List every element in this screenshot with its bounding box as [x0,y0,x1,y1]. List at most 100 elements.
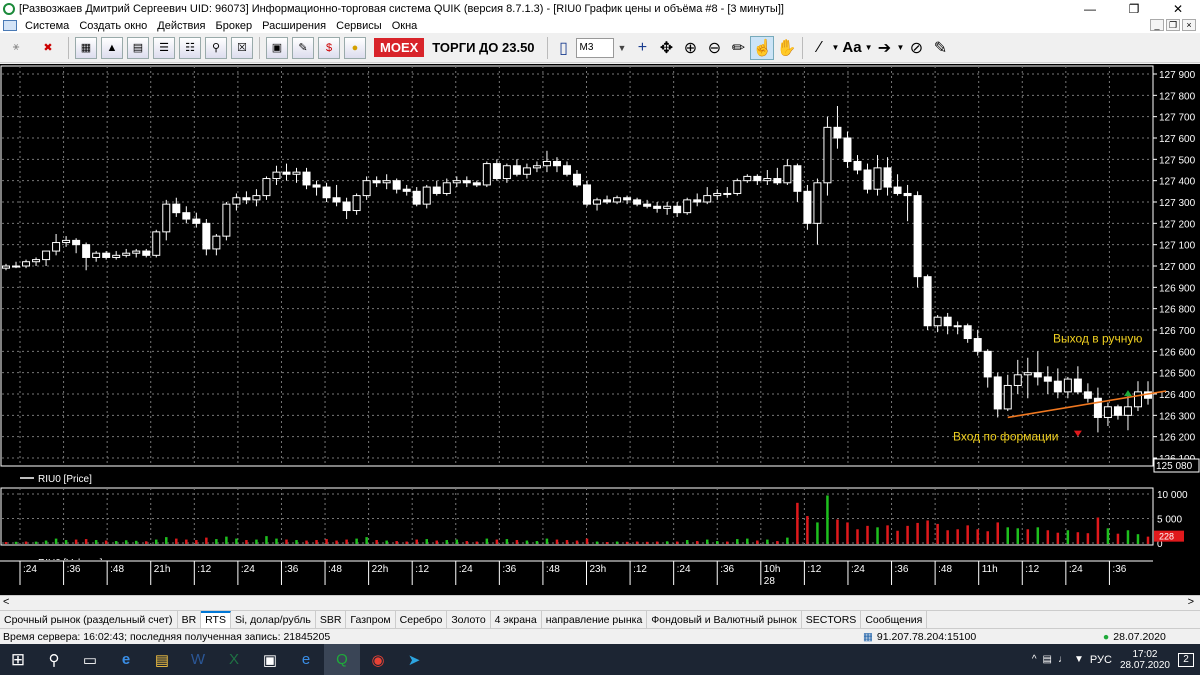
tab-market-direction[interactable]: направление рынка [542,610,648,629]
disconnect-icon[interactable]: ✖ [34,37,62,59]
maximize-button[interactable]: ❐ [1112,0,1156,18]
language-indicator[interactable]: РУС [1090,654,1112,666]
price-axis-label: 127 900 [1159,70,1196,81]
ruler-icon[interactable]: ✏ [726,36,750,60]
text-tool-button[interactable]: Aa [842,39,861,56]
new-table-icon[interactable]: ▦ [75,36,97,59]
chart-area[interactable]: 127 900 127 800 127 700 127 600 127 500 127 4… [0,64,1200,595]
horizontal-scrollbar[interactable]: < > [0,595,1200,610]
chevron-down-icon[interactable]: ▼ [831,43,839,52]
mdi-minimize-button[interactable]: _ [1150,19,1164,31]
money-icon[interactable]: $ [318,36,340,59]
menu-windows[interactable]: Окна [387,20,423,32]
word-icon[interactable]: W [180,644,216,675]
tab-gazprom[interactable]: Газпром [346,610,396,629]
candle-type-icon[interactable]: ▯ [552,36,576,60]
candle-up [873,167,882,190]
candle-up [452,180,461,184]
menu-actions[interactable]: Действия [152,20,210,32]
ie-icon[interactable]: e [288,644,324,675]
candle-down [332,197,341,203]
task-view-icon[interactable]: ▭ [72,644,108,675]
time-axis-label: 23h [590,564,607,575]
time-axis-label: :24 [23,564,37,575]
zoom-out-icon[interactable]: ⊖ [702,36,726,60]
interval-select[interactable]: M3 [575,37,614,58]
status-bar: Время сервера: 16:02:43; последняя получ… [0,628,1200,644]
quotes-icon[interactable]: ▤ [127,36,149,59]
mdi-restore-button[interactable]: ❐ [1166,19,1180,31]
notifications-icon[interactable]: 2 [1178,652,1194,667]
tray-chevron-icon[interactable]: ^ [1032,654,1037,665]
chart-window-icon[interactable]: ▲ [101,36,123,59]
tab-rts[interactable]: RTS [201,610,231,629]
clock[interactable]: 17:02 28.07.2020 [1120,649,1170,671]
report-icon[interactable]: ✎ [292,36,314,59]
tab-messages[interactable]: Сообщения [861,610,928,629]
grab-icon[interactable]: ✋ [774,36,798,60]
quik-taskbar-icon[interactable]: Q [324,644,360,675]
connect-icon[interactable]: ⚹ [2,37,30,59]
move-icon[interactable]: ✥ [654,36,678,60]
hide-icon[interactable]: ⊘ [904,36,928,60]
windows-start-icon[interactable]: ⊞ [0,644,36,675]
orders-icon[interactable]: ☰ [153,36,175,59]
network-tray-icon[interactable]: ▤ [1043,654,1052,665]
file-explorer-icon[interactable]: ▤ [144,644,180,675]
edge-icon[interactable]: e [108,644,144,675]
candle-up [1023,372,1032,376]
chevron-down-icon[interactable]: ▼ [897,43,905,52]
hand-icon[interactable]: ☝ [750,35,775,60]
excel-icon[interactable]: X [216,644,252,675]
minimize-button[interactable]: — [1068,0,1112,18]
tab-sbr[interactable]: SBR [316,610,347,629]
candle-down [963,325,972,340]
portfolio-icon[interactable]: ▣ [266,36,288,59]
zoom-in-icon[interactable]: ⊕ [678,36,702,60]
mdi-close-button[interactable]: × [1182,19,1196,31]
arrow-tool-icon[interactable]: ➔ [873,36,897,60]
tray-expand-icon[interactable]: ▼ [1074,654,1084,665]
scroll-right-icon[interactable]: > [1188,596,1194,608]
candle-down [82,244,91,258]
candle-up [32,259,41,263]
lock-icon[interactable]: ● [344,36,366,59]
tab-gold[interactable]: Золото [447,610,491,629]
tab-stock-fx[interactable]: Фондовый и Валютный рынок [647,610,802,629]
chevron-down-icon[interactable]: ▼ [865,43,873,52]
chevron-down-icon[interactable]: ▼ [618,43,627,53]
candle-up [723,192,732,195]
chrome-icon[interactable]: ◉ [360,644,396,675]
delete-table-icon[interactable]: ☒ [231,36,253,59]
tab-4-screens[interactable]: 4 экрана [491,610,542,629]
volume-tray-icon[interactable]: ♩ [1058,654,1068,665]
candle-up [62,239,71,244]
menu-broker[interactable]: Брокер [211,20,258,32]
scroll-left-icon[interactable]: < [3,596,9,608]
system-menu-icon[interactable] [3,20,17,31]
close-button[interactable]: ✕ [1156,0,1200,18]
candle-down [1053,380,1062,393]
line-tool-icon[interactable]: ∕ [807,36,831,60]
menu-create-window[interactable]: Создать окно [74,20,152,32]
menu-extensions[interactable]: Расширения [257,20,331,32]
candlestick-chart[interactable]: 127 900 127 800 127 700 127 600 127 500 127 4… [0,64,1200,595]
candle-down [643,203,652,207]
time-axis-label: 11h [982,564,998,575]
tab-sectors[interactable]: SECTORS [802,610,862,629]
search-table-icon[interactable]: ⚲ [205,36,227,59]
candle-up [212,235,221,250]
search-icon[interactable]: ⚲ [36,644,72,675]
telegram-icon[interactable]: ➤ [396,644,432,675]
menu-services[interactable]: Сервисы [331,20,387,32]
crosshair-icon[interactable]: + [630,36,654,60]
tab-silver[interactable]: Серебро [396,610,448,629]
tab-si[interactable]: Si, долар/рубль [231,610,316,629]
menu-system[interactable]: Система [20,20,74,32]
store-icon[interactable]: ▣ [252,644,288,675]
pencils-icon[interactable]: ✎ [928,36,952,60]
trades-icon[interactable]: ☷ [179,36,201,59]
tab-futures-market[interactable]: Срочный рынок (раздельный счет) [0,610,178,629]
tab-br[interactable]: BR [178,610,202,629]
volume-axis-label: 5 000 [1157,515,1182,526]
